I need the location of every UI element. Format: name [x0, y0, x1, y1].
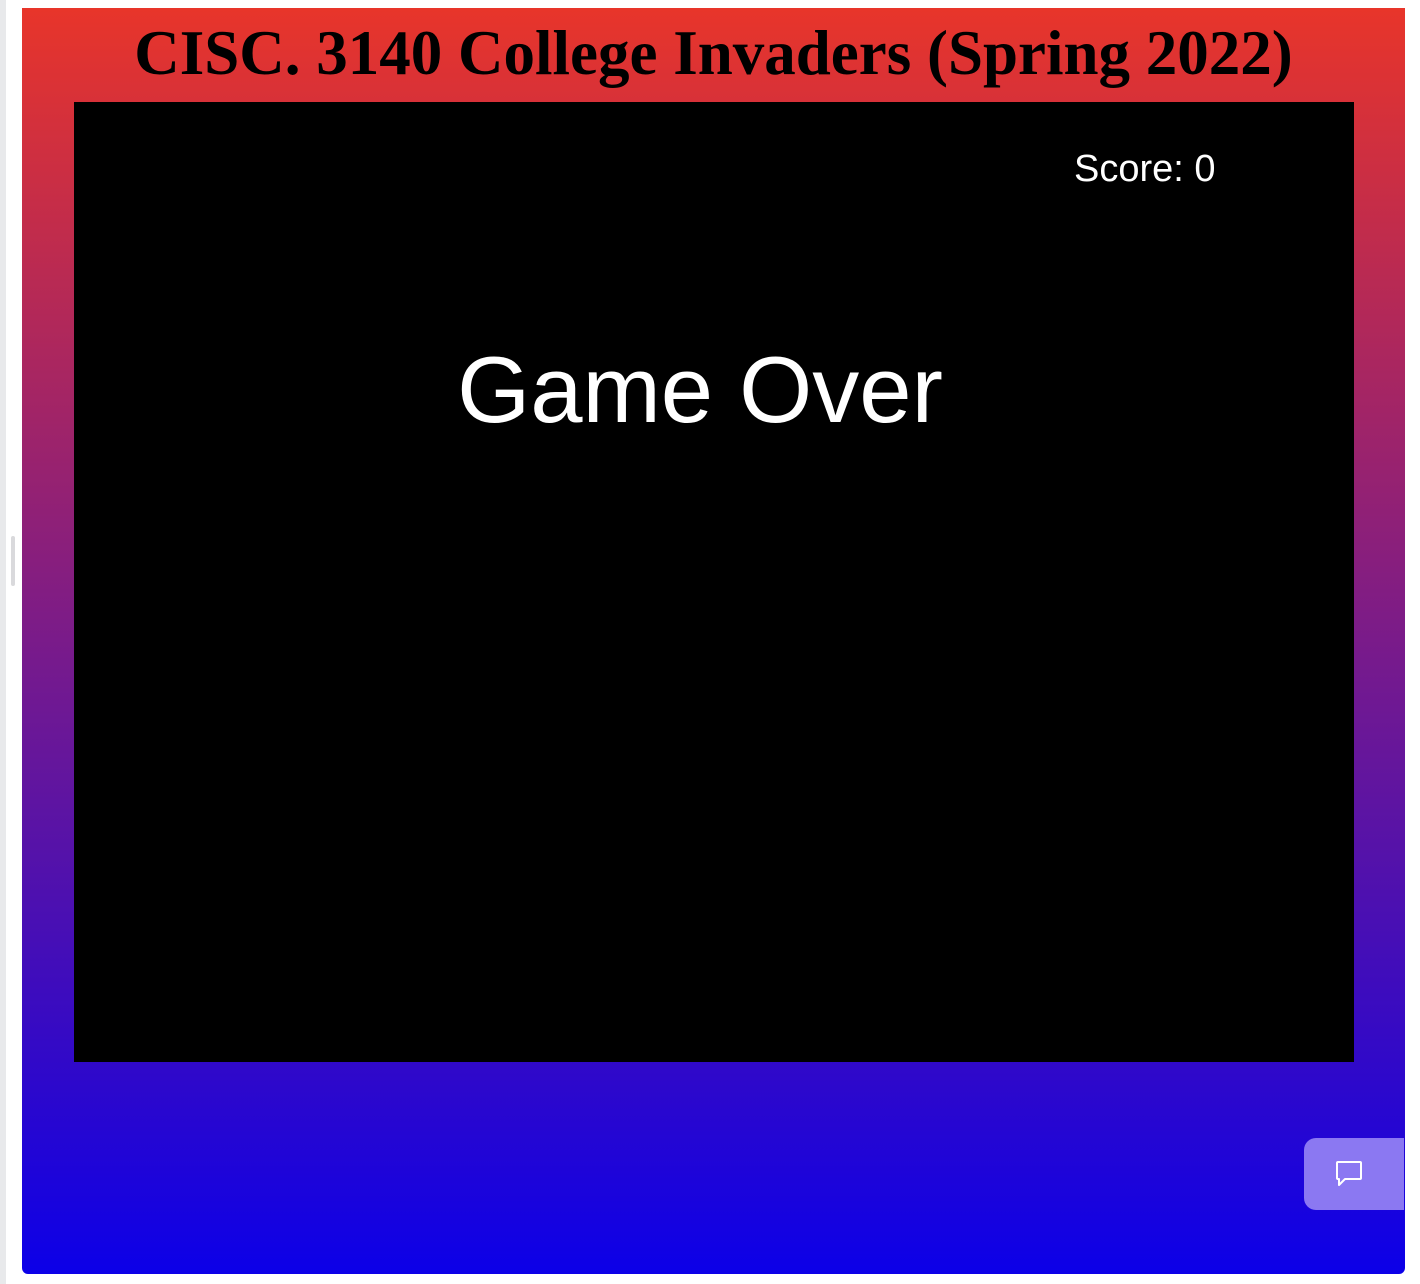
app-panel: CISC. 3140 College Invaders (Spring 2022… [22, 8, 1405, 1274]
game-canvas[interactable]: Score: 0 Game Over [74, 102, 1354, 1062]
chat-button[interactable] [1304, 1138, 1404, 1210]
score-display: Score: 0 [1074, 148, 1216, 190]
game-over-message: Game Over [457, 337, 943, 442]
page-title: CISC. 3140 College Invaders (Spring 2022… [134, 18, 1293, 88]
chat-bubble-icon [1336, 1161, 1362, 1186]
panel-resize-handle[interactable] [11, 536, 15, 586]
